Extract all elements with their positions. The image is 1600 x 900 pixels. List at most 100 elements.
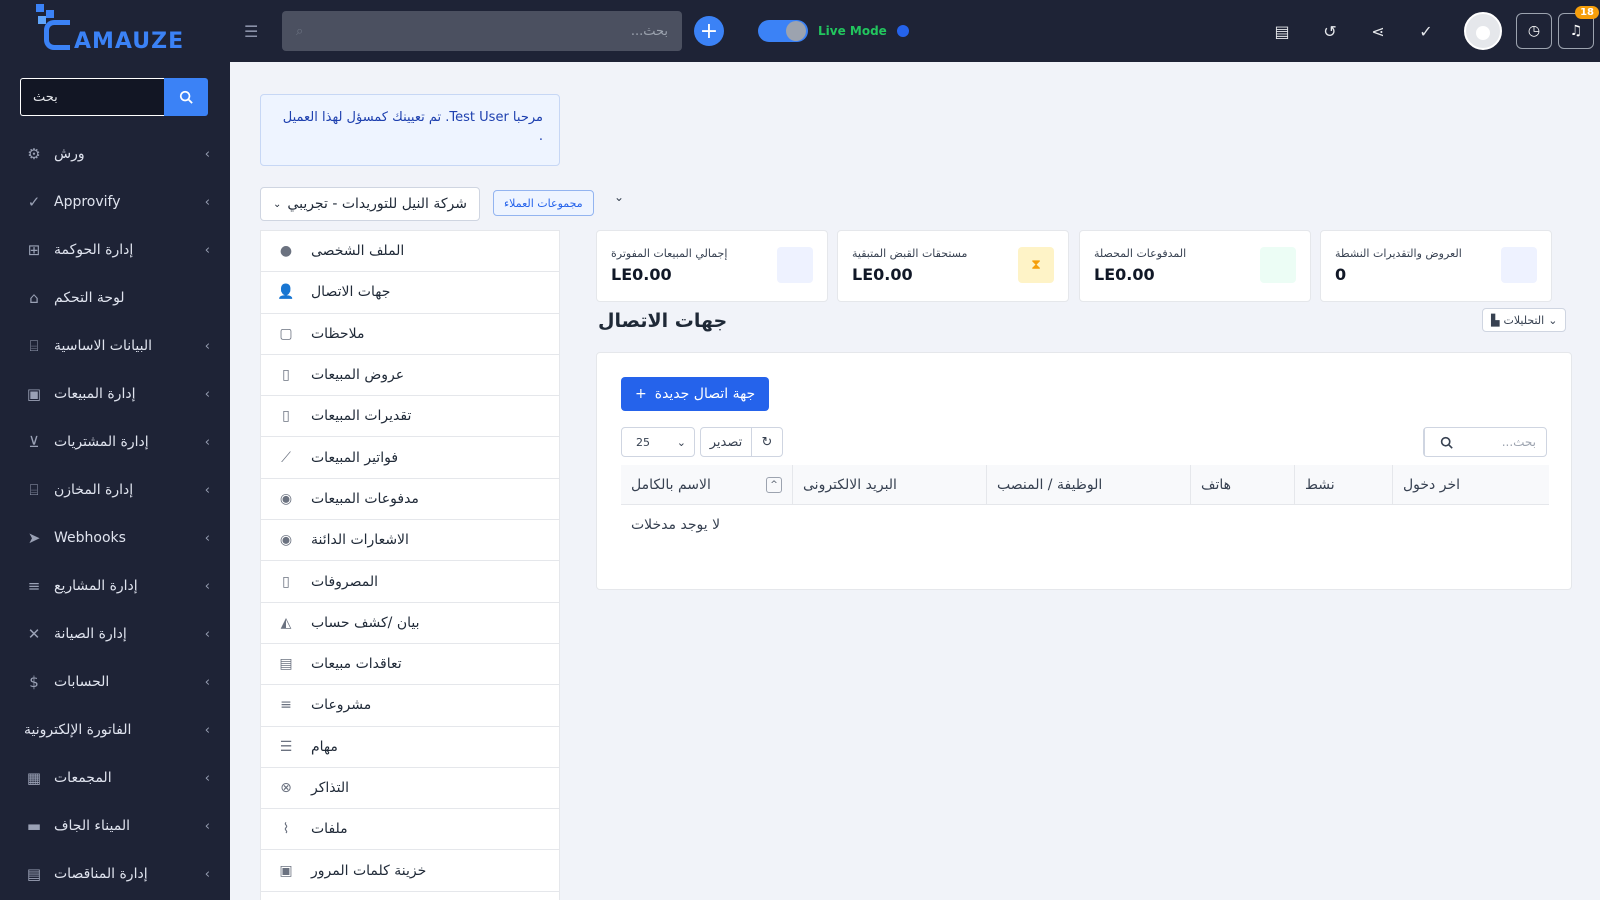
chevron-right-icon: ‹ [204,722,210,738]
projects-icon: ≡ [27,577,41,595]
table-column-header[interactable]: نشط [1295,465,1393,504]
money-bag-icon: ◉ [279,532,293,549]
sidebar-item[interactable]: ⊞ إدارة الحوكمة ‹ [0,226,230,274]
id-card-icon[interactable]: ▤ [1258,22,1306,41]
analytics-dropdown[interactable]: ▙ التحليلات ⌄ [1482,308,1567,332]
topbar: ☰ ⌕ بحث... + Live Mode ▤ ↺ ⋖ ✓ ◷ ♫ 18 [230,0,1600,62]
profile-tab[interactable]: ▣ خزينة كلمات المرور [261,850,559,892]
sidebar-item[interactable]: الفاتورة الإلكترونية ‹ [0,706,230,754]
stat-title: إجمالي المبيعات المفوترة [611,247,728,260]
client-select[interactable]: شركة النيل للتوريدات - تجريبي ⌄ [260,187,480,221]
table-column-header[interactable]: اخر دخول [1393,465,1529,504]
profile-tab-label: ملاحظات [311,325,365,342]
table-column-header[interactable]: البريد الالكترونى [793,465,987,504]
sidebar-item-label: إدارة المناقصات [54,866,148,882]
search-icon: ⌕ [296,23,304,39]
column-label: هاتف [1201,476,1232,493]
chevron-down-icon[interactable]: ⌄ [614,190,624,204]
page-size-value: 25 [636,435,650,449]
sidebar-item[interactable]: ▬ الميناء الجاف ‹ [0,802,230,850]
sidebar-item[interactable]: ➤ Webhooks ‹ [0,514,230,562]
sidebar-item[interactable]: ≡ إدارة المشاريع ‹ [0,562,230,610]
top-search-input[interactable]: ⌕ بحث... [282,11,682,51]
profile-tab[interactable]: ▯ عروض المبيعات [261,355,559,397]
notification-bell-icon[interactable]: ♫ 18 [1558,6,1599,49]
table-header: الاسم بالكامل ^ البريد الالكترونى الوظيفة /… [621,465,1549,505]
sidebar-item-label: إدارة المشاريع [54,578,138,594]
stat-value: 0 [1335,265,1347,284]
stat-title: العروض والتقديرات النشطة [1335,247,1462,260]
dollar-icon: $ [29,673,39,691]
profile-tab[interactable]: ⟋ فواتير المبيعات [261,437,559,479]
sidebar-item-label: إدارة المشتريات [54,434,149,450]
sidebar-item-label: Approvify [54,194,121,210]
section-title: جهات الاتصال [598,310,728,332]
menu-toggle-icon[interactable]: ☰ [244,22,270,41]
hourglass-icon: ⧗ [1018,247,1054,283]
sidebar-item[interactable]: ▦ المجمعات ‹ [0,754,230,802]
user-avatar[interactable] [1464,12,1502,50]
home-icon: ⌂ [29,289,39,307]
chevron-right-icon: ‹ [204,194,210,210]
sidebar-item-label: البيانات الاساسية [54,338,152,354]
profile-tab[interactable]: ⊗ التذاكر [261,768,559,810]
profile-tab[interactable]: ▯ تقديرات المبيعات [261,396,559,438]
profile-tab-label: تقديرات المبيعات [311,408,412,425]
sort-icon[interactable]: ^ [766,476,782,493]
table-column-header[interactable]: هاتف [1191,465,1295,504]
profile-tab[interactable]: ☰ مهام [261,727,559,768]
checkmark-icon[interactable]: ✓ [1402,22,1450,41]
sidebar-item[interactable]: ⌸ البيانات الاساسية ‹ [0,322,230,370]
profile-tab-label: التذاكر [311,780,350,796]
app-logo[interactable]: AMAUZE [0,0,230,62]
profile-tab-label: مهام [311,738,338,755]
profile-tab[interactable]: ▤ تعاقدات مبيعات [261,644,559,686]
sidebar-item-label: لوحة التحكم [54,290,125,306]
clock-icon[interactable]: ◷ [1516,13,1552,49]
sidebar-item[interactable]: ✓ Approvify ‹ [0,178,230,226]
sidebar-search-button[interactable] [164,78,208,116]
quick-add-button[interactable]: + [694,16,724,46]
sidebar-item[interactable]: ⊻ إدارة المشتريات ‹ [0,418,230,466]
stat-card: مستحقات القبض المتبقية LE0.00 ⧗ [837,230,1069,302]
sidebar-search-input[interactable]: بحث [20,78,164,116]
profile-tab[interactable]: ▢ ملاحظات [261,314,559,355]
info-icon[interactable] [896,25,909,37]
profile-tab[interactable]: ◉ مدفوعات المبيعات [261,479,559,521]
sidebar-item[interactable]: ⌂ لوحة التحكم [0,274,230,322]
table-search-input[interactable]: بحث... [1468,428,1546,456]
contacts-panel: + جهة اتصال جديدة 25 ⌄ تصدير ↻ بحث... ال… [596,352,1572,590]
sidebar-item[interactable]: ▤ إدارة المناقصات ‹ [0,850,230,898]
profile-tab[interactable]: ▯ المصروفات [261,561,559,603]
sidebar-item[interactable]: $ الحسابات ‹ [0,658,230,706]
sidebar-item-label: الحسابات [54,674,110,690]
profile-tab[interactable]: ◭ بيان /كشف حساب [261,603,559,644]
sidebar-item-label: إدارة المخازن [54,482,134,498]
live-mode-toggle[interactable] [758,20,808,42]
sidebar-item[interactable]: ⌸ إدارة المخازن ‹ [0,466,230,514]
sidebar-item[interactable]: ✕ إدارة الصيانة ‹ [0,610,230,658]
new-contact-button[interactable]: + جهة اتصال جديدة [621,377,770,411]
export-button[interactable]: تصدير [700,427,752,457]
sidebar-item-label: ورش [54,146,85,162]
sidebar-item[interactable]: ⚙ ورش ‹ [0,130,230,178]
sidebar-item[interactable]: ▣ إدارة المبيعات ‹ [0,370,230,418]
table-column-header[interactable]: الوظيفة / المنصب [987,465,1191,504]
column-label: الوظيفة / المنصب [997,476,1103,493]
profile-tab-label: ملفات [311,821,348,838]
table-column-header[interactable]: الاسم بالكامل ^ [621,465,793,504]
profile-tab[interactable]: ● الملف الشخصى [261,231,559,273]
history-icon[interactable]: ↺ [1306,22,1354,41]
page-size-select[interactable]: 25 ⌄ [621,427,695,457]
file-icon: ▯ [282,408,290,425]
profile-tab[interactable]: ⌇ ملفات [261,809,559,851]
profile-tab[interactable]: 👤 جهات الاتصال [261,272,559,314]
table-search-button[interactable] [1424,428,1468,456]
welcome-alert: مرحبا Test User. تم تعيينك كمسؤل لهذا ال… [260,94,560,166]
profile-tab[interactable]: ≡ مشروعات [261,685,559,727]
share-icon[interactable]: ⋖ [1354,22,1402,41]
customer-groups-pill[interactable]: مجموعات العملاء [493,190,594,216]
profile-tab[interactable]: ◉ الاشعارات الدائنة [261,520,559,562]
reload-icon[interactable]: ↻ [751,427,783,457]
building-icon: ▦ [26,769,42,787]
